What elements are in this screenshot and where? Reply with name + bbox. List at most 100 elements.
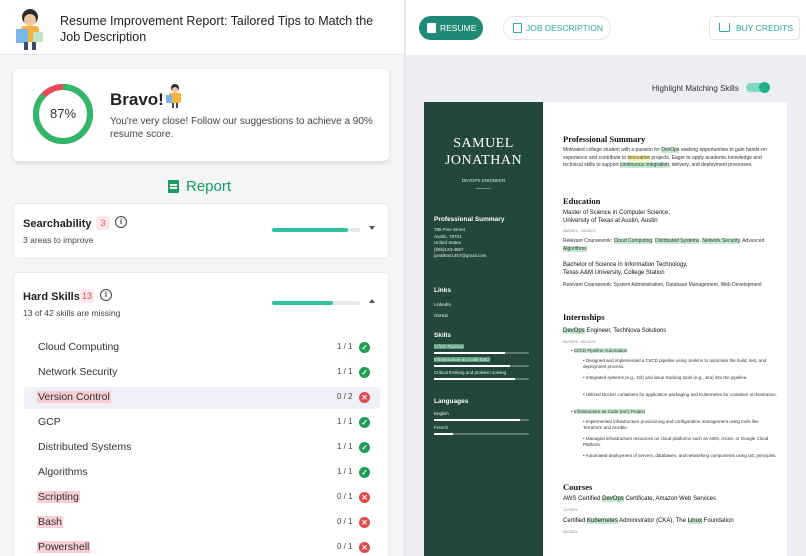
edu2-courses: Relevant Coursework: System Administrati… [563, 282, 762, 288]
searchability-count-badge: 3 [96, 216, 110, 230]
skill-name: Algorithms [38, 466, 88, 478]
text: Motivated college student with a passion… [563, 147, 662, 153]
skill-row[interactable]: Algorithms 1 / 1 ✓ [24, 462, 380, 484]
match-highlight: Algorithms [563, 245, 587, 252]
resume-first-name: SAMUEL [453, 136, 514, 151]
highlight-toggle[interactable] [746, 82, 770, 93]
match-highlight: continuous integration [619, 162, 669, 168]
info-icon[interactable]: i [115, 216, 127, 228]
hard-skills-section: Hard Skills 13 i 13 of 42 skills are mis… [13, 272, 389, 556]
resume-name: SAMUEL JONATHAN [424, 135, 543, 169]
score-message: You're very close! Follow our suggestion… [110, 116, 373, 140]
resume-sidebar: SAMUEL JONATHAN DEVOPS ENGINEER Professi… [424, 102, 543, 556]
skill-count: 0 / 1 [337, 492, 353, 501]
tab-resume[interactable]: RESUME [419, 16, 483, 40]
side-skill-bar-fill [434, 365, 510, 367]
text: Automated deployment of servers, databas… [585, 453, 777, 458]
side-summary-title: Professional Summary [434, 216, 505, 223]
bullet-text: • Automated deployment of servers, datab… [583, 453, 777, 458]
bullet-text: • Designed and implemented a CI/CD pipel… [583, 358, 767, 369]
chevron-up-icon[interactable] [369, 299, 375, 303]
skill-count: 1 / 1 [337, 367, 353, 376]
bullet-text: • Integrated systems (e.g., Git) and iss… [583, 375, 748, 380]
check-icon: ✓ [359, 342, 370, 353]
buy-credits-button[interactable]: BUY CREDITS [709, 16, 800, 40]
side-skill-text: CI/CD Pipeline [434, 344, 464, 349]
searchability-progress [272, 228, 360, 232]
course1: AWS Certified DevOps Certificate, Amazon… [563, 496, 716, 504]
skill-name: GCP [38, 416, 61, 428]
match-highlight: Kubernetes [587, 518, 618, 524]
text: Integrated systems (e.g., Git) and issue… [585, 375, 748, 380]
link-github[interactable]: GitHub [434, 310, 451, 321]
side-skill-text: Critical thinking and problem solving [434, 370, 507, 375]
side-links-title: Links [434, 287, 451, 294]
text: Certificate, Amazon Web Services [623, 496, 717, 502]
text: Managed infrastructure resources on clou… [583, 436, 769, 447]
score-card: 87% Bravo! You're very close! Follow our… [13, 69, 389, 161]
score-headline: Bravo! [110, 90, 164, 109]
hard-skills-progress [272, 301, 360, 305]
cross-icon: ✕ [359, 517, 370, 528]
side-language-bar [434, 433, 529, 435]
searchability-section[interactable]: Searchability 3 i 3 areas to improve [13, 203, 389, 259]
skill-row[interactable]: GCP 1 / 1 ✓ [24, 412, 380, 434]
resume-preview: SAMUEL JONATHAN DEVOPS ENGINEER Professi… [424, 102, 787, 556]
edu1-courses: Relevant Coursework: Cloud Computing, Di… [563, 238, 765, 252]
text: Utilized Docker containers for applicati… [585, 392, 777, 397]
skill-row[interactable]: Version Control 0 / 2 ✕ [24, 387, 380, 409]
report-title: Resume Improvement Report: Tailored Tips… [60, 14, 374, 44]
skill-row[interactable]: Powershell 0 / 1 ✕ [24, 537, 380, 556]
side-language-bar-fill [434, 433, 453, 435]
text: Foundation [701, 518, 734, 524]
skill-row[interactable]: Cloud Computing 1 / 1 ✓ [24, 337, 380, 359]
cross-icon: ✕ [359, 492, 370, 503]
skill-row[interactable]: Scripting 0 / 1 ✕ [24, 487, 380, 509]
match-highlight: DevOps [661, 147, 680, 153]
side-skill-bar [434, 378, 529, 380]
document-icon [513, 23, 522, 33]
skill-row[interactable]: Bash 0 / 1 ✕ [24, 512, 380, 534]
text: Implemented infrastructure provisioning … [583, 419, 759, 430]
match-highlight: DevOps [563, 328, 585, 334]
main-summary-text: Motivated college student with a passion… [563, 147, 777, 170]
highlight-label: Highlight Matching Skills [652, 84, 739, 93]
course2: Certified Kubernetes Administrator (CKA)… [563, 518, 734, 526]
check-icon: ✓ [359, 417, 370, 428]
bullet-text: • Managed infrastructure resources on cl… [583, 436, 769, 447]
cart-icon [719, 23, 730, 32]
text: AWS Certified [563, 496, 603, 502]
skill-name: Distributed Systems [38, 441, 132, 453]
side-skill-text: Infrastructure as Code (IaC) [434, 357, 490, 362]
edu2-title: Bachelor of Science in Information Techn… [563, 262, 688, 268]
page: Resume Improvement Report: Tailored Tips… [0, 0, 806, 556]
skill-name: Bash [37, 516, 63, 528]
text: Administrator (CKA), The [617, 518, 688, 524]
tab-job-description[interactable]: JOB DESCRIPTION [503, 16, 611, 40]
link-linkedin[interactable]: LinkedIn [434, 299, 451, 310]
skill-row[interactable]: Network Security 1 / 1 ✓ [24, 362, 380, 384]
text: Certified [563, 518, 588, 524]
skill-row[interactable]: Distributed Systems 1 / 1 ✓ [24, 437, 380, 459]
course1-date: 12/2023 [563, 507, 578, 512]
chevron-down-icon[interactable] [369, 226, 375, 230]
bullet-text: • Implemented infrastructure provisionin… [583, 419, 759, 430]
buy-credits-label: BUY CREDITS [736, 23, 793, 33]
toggle-knob [759, 82, 770, 93]
skill-count: 0 / 1 [337, 517, 353, 526]
side-skill-bar [434, 352, 529, 354]
text: Designed and implemented a CI/CD pipelin… [583, 358, 767, 369]
edu1-title: Master of Science in Computer Science, [563, 210, 671, 216]
main-education-title: Education [563, 196, 601, 206]
info-icon[interactable]: i [100, 289, 112, 301]
match-highlight: innovative [627, 154, 651, 161]
skill-name: Powershell [37, 541, 91, 553]
edu1-date: 08/2021 - 05/2023 [563, 228, 596, 233]
main-summary-title: Professional Summary [563, 134, 646, 144]
skill-count: 0 / 2 [337, 392, 353, 401]
score-value: 87% [49, 106, 77, 121]
hard-skills-subtitle: 13 of 42 skills are missing [23, 308, 121, 318]
resume-main: Professional Summary Motivated college s… [563, 102, 783, 556]
side-skill-bar-fill [434, 378, 515, 380]
main-internships-title: Internships [563, 312, 605, 322]
